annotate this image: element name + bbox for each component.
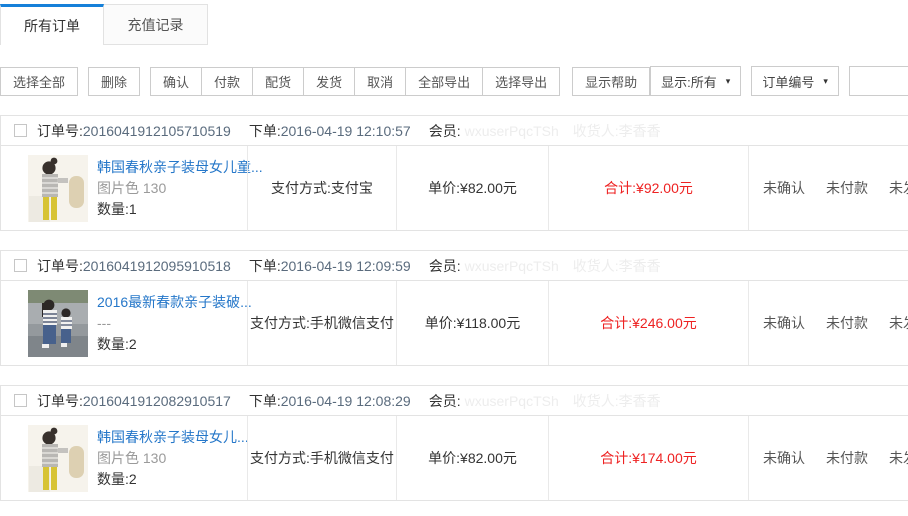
- search-type-label: 订单编号: [762, 72, 814, 91]
- order-block: 订单号:2016041912095910518 下单:2016-04-19 12…: [0, 250, 908, 366]
- tab-bar: 所有订单 充值记录: [0, 4, 908, 45]
- order-no-value: 2016041912095910518: [83, 258, 231, 274]
- order-checkbox[interactable]: [14, 259, 27, 272]
- unit-price: 单价:¥118.00元: [396, 281, 548, 365]
- placed-value: 2016-04-19 12:09:59: [281, 258, 411, 274]
- status-unconfirmed: 未确认: [763, 178, 805, 198]
- show-filter-label: 显示:所有: [661, 72, 717, 91]
- order-block: 订单号:2016041912105710519 下单:2016-04-19 12…: [0, 115, 908, 231]
- placed-value: 2016-04-19 12:08:29: [281, 393, 411, 409]
- product-info: 2016最新春款亲子装破... --- 数量:2: [97, 294, 252, 352]
- tab-all-orders[interactable]: 所有订单: [0, 4, 104, 45]
- chevron-down-icon: ▾: [726, 77, 731, 86]
- confirm-button[interactable]: 确认: [150, 67, 202, 96]
- order-header: 订单号:2016041912082910517 下单:2016-04-19 12…: [1, 386, 908, 415]
- placed-value: 2016-04-19 12:10:57: [281, 123, 411, 139]
- order-no-label: 订单号:: [37, 256, 83, 276]
- product-thumbnail[interactable]: [28, 425, 88, 492]
- order-action-button-group: 确认 付款 配货 发货 取消 全部导出 选择导出: [150, 67, 560, 96]
- order-no-value: 2016041912082910517: [83, 393, 231, 409]
- tab-recharge-records[interactable]: 充值记录: [104, 4, 208, 45]
- product-cell: 韩国春秋亲子装母女儿... 图片色 130 数量:2: [1, 416, 247, 500]
- product-quantity: 数量:2: [97, 471, 249, 487]
- product-cell: 韩国春秋亲子装母女儿童... 图片色 130 数量:1: [1, 146, 247, 230]
- order-no-label: 订单号:: [37, 121, 83, 141]
- delete-button[interactable]: 删除: [88, 67, 140, 96]
- payment-method: 支付方式:手机微信支付: [247, 416, 396, 500]
- chevron-down-icon: ▾: [823, 77, 828, 86]
- order-total: 合计:¥246.00元: [548, 281, 748, 365]
- placed-label: 下单:: [249, 256, 281, 276]
- product-info: 韩国春秋亲子装母女儿童... 图片色 130 数量:1: [97, 159, 263, 217]
- status-unshipped: 未发货: [889, 448, 908, 468]
- payment-method: 支付方式:支付宝: [247, 146, 396, 230]
- member-label: 会员:: [429, 256, 461, 276]
- unit-price: 单价:¥82.00元: [396, 146, 548, 230]
- member-masked-value: wxuserPqcTSh: [465, 258, 559, 274]
- status-unpaid: 未付款: [826, 313, 868, 333]
- allocate-button[interactable]: 配货: [252, 67, 304, 96]
- show-help-button[interactable]: 显示帮助: [572, 67, 650, 96]
- orders-page: 所有订单 充值记录 选择全部 删除 确认 付款 配货 发货 取消 全部导出 选择…: [0, 4, 908, 501]
- product-cell: 2016最新春款亲子装破... --- 数量:2: [1, 281, 247, 365]
- ship-button[interactable]: 发货: [303, 67, 355, 96]
- status-unpaid: 未付款: [826, 448, 868, 468]
- search-type-dropdown[interactable]: 订单编号 ▾: [751, 66, 839, 96]
- status-unshipped: 未发货: [889, 178, 908, 198]
- receiver-masked-value: 收货人:李香香: [573, 256, 661, 276]
- product-quantity: 数量:1: [97, 201, 263, 217]
- order-header: 订单号:2016041912105710519 下单:2016-04-19 12…: [1, 116, 908, 145]
- order-block: 订单号:2016041912082910517 下单:2016-04-19 12…: [0, 385, 908, 501]
- order-checkbox[interactable]: [14, 394, 27, 407]
- product-title-link[interactable]: 2016最新春款亲子装破...: [97, 294, 252, 310]
- status-unshipped: 未发货: [889, 313, 908, 333]
- status-unconfirmed: 未确认: [763, 448, 805, 468]
- order-total: 合计:¥92.00元: [548, 146, 748, 230]
- status-cell: 未确认 未付款 未发货: [748, 416, 908, 500]
- product-thumbnail[interactable]: [28, 290, 88, 357]
- product-title-link[interactable]: 韩国春秋亲子装母女儿...: [97, 429, 249, 445]
- order-toolbar: 选择全部 删除 确认 付款 配货 发货 取消 全部导出 选择导出 显示帮助 显示…: [0, 66, 908, 96]
- placed-label: 下单:: [249, 391, 281, 411]
- member-label: 会员:: [429, 121, 461, 141]
- order-checkbox[interactable]: [14, 124, 27, 137]
- status-unconfirmed: 未确认: [763, 313, 805, 333]
- member-masked-value: wxuserPqcTSh: [465, 393, 559, 409]
- member-masked-value: wxuserPqcTSh: [465, 123, 559, 139]
- product-variant: ---: [97, 315, 252, 331]
- order-row: 2016最新春款亲子装破... --- 数量:2 支付方式:手机微信支付 单价:…: [1, 280, 908, 365]
- status-cell: 未确认 未付款 未发货: [748, 146, 908, 230]
- pay-button[interactable]: 付款: [201, 67, 253, 96]
- export-all-button[interactable]: 全部导出: [405, 67, 483, 96]
- payment-method: 支付方式:手机微信支付: [247, 281, 396, 365]
- status-cell: 未确认 未付款 未发货: [748, 281, 908, 365]
- order-header: 订单号:2016041912095910518 下单:2016-04-19 12…: [1, 251, 908, 280]
- receiver-masked-value: 收货人:李香香: [573, 391, 661, 411]
- order-total: 合计:¥174.00元: [548, 416, 748, 500]
- order-no-value: 2016041912105710519: [83, 123, 231, 139]
- order-row: 韩国春秋亲子装母女儿童... 图片色 130 数量:1 支付方式:支付宝 单价:…: [1, 145, 908, 230]
- order-no-label: 订单号:: [37, 391, 83, 411]
- product-thumbnail[interactable]: [28, 155, 88, 222]
- show-filter-dropdown[interactable]: 显示:所有 ▾: [650, 66, 741, 96]
- status-unpaid: 未付款: [826, 178, 868, 198]
- order-search-input[interactable]: [849, 66, 908, 96]
- cancel-button[interactable]: 取消: [354, 67, 406, 96]
- unit-price: 单价:¥82.00元: [396, 416, 548, 500]
- product-title-link[interactable]: 韩国春秋亲子装母女儿童...: [97, 159, 263, 175]
- placed-label: 下单:: [249, 121, 281, 141]
- product-variant: 图片色 130: [97, 180, 263, 196]
- member-label: 会员:: [429, 391, 461, 411]
- product-info: 韩国春秋亲子装母女儿... 图片色 130 数量:2: [97, 429, 249, 487]
- product-variant: 图片色 130: [97, 450, 249, 466]
- receiver-masked-value: 收货人:李香香: [573, 121, 661, 141]
- export-selected-button[interactable]: 选择导出: [482, 67, 560, 96]
- order-row: 韩国春秋亲子装母女儿... 图片色 130 数量:2 支付方式:手机微信支付 单…: [1, 415, 908, 500]
- product-quantity: 数量:2: [97, 336, 252, 352]
- toolbar-right: 显示:所有 ▾ 订单编号 ▾: [650, 66, 908, 96]
- select-all-button[interactable]: 选择全部: [0, 67, 78, 96]
